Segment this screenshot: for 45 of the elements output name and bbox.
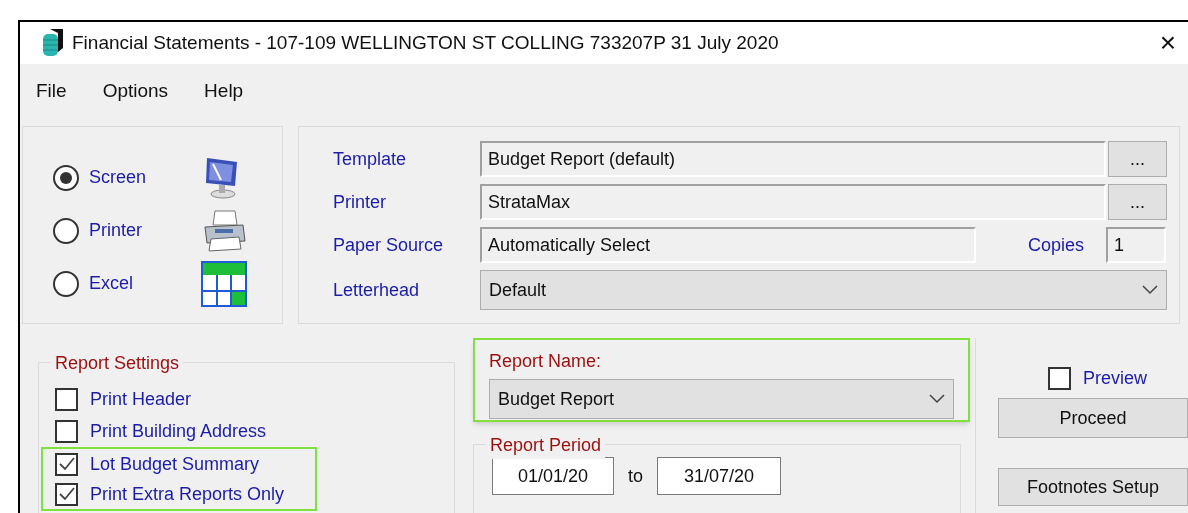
- range-separator: to: [628, 464, 643, 488]
- radio-button[interactable]: [53, 270, 79, 297]
- checkbox-label[interactable]: Print Extra Reports Only: [90, 480, 285, 508]
- radio-label[interactable]: Screen: [89, 164, 201, 191]
- radio-button[interactable]: [53, 164, 79, 191]
- radio-button[interactable]: [53, 217, 79, 244]
- footnotes-setup-button[interactable]: Footnotes Setup: [998, 468, 1188, 506]
- checkbox-label[interactable]: Print Header: [90, 385, 192, 413]
- menu-item[interactable]: Options: [94, 76, 177, 106]
- close-button[interactable]: ×: [1155, 29, 1180, 57]
- field-label: Report Name:: [489, 350, 603, 373]
- chevron-down-icon: [1142, 285, 1158, 295]
- spreadsheet-icon: [201, 260, 247, 307]
- menu-item[interactable]: Help: [196, 76, 252, 106]
- radio-label[interactable]: Excel: [89, 270, 201, 297]
- browse-button[interactable]: ...: [1108, 184, 1167, 220]
- paper-source-field[interactable]: Automatically Select: [480, 227, 976, 263]
- field-label: Letterhead: [333, 278, 421, 302]
- letterhead-dropdown[interactable]: Default: [480, 270, 1167, 310]
- field-label: Copies: [1028, 233, 1086, 257]
- checkbox[interactable]: [55, 452, 78, 476]
- checkbox[interactable]: [55, 482, 78, 506]
- checkbox[interactable]: [55, 387, 78, 411]
- printer-field[interactable]: StrataMax: [480, 184, 1106, 220]
- radio-label[interactable]: Printer: [89, 217, 201, 244]
- report-name-dropdown[interactable]: Budget Report: [489, 379, 954, 419]
- checkbox[interactable]: [1048, 366, 1071, 390]
- chevron-down-icon: [929, 394, 945, 404]
- window-title: Financial Statements - 107-109 WELLINGTON ST COLLING 733207P 31 July 2020: [72, 30, 779, 55]
- app-logo-icon: [42, 28, 64, 58]
- to-date-field[interactable]: 31/07/20: [657, 457, 781, 495]
- proceed-button[interactable]: Proceed: [998, 398, 1188, 438]
- copies-field[interactable]: 1: [1106, 227, 1166, 263]
- field-label: Printer: [333, 190, 387, 214]
- printer-icon: [201, 208, 247, 253]
- from-date-field[interactable]: 01/01/20: [492, 457, 614, 495]
- template-field[interactable]: Budget Report (default): [480, 141, 1106, 177]
- field-label: Template: [333, 147, 408, 171]
- field-label: Paper Source: [333, 233, 445, 257]
- checkbox-label[interactable]: Lot Budget Summary: [90, 450, 260, 478]
- checkbox[interactable]: [55, 419, 78, 443]
- checkbox-label[interactable]: Preview: [1083, 364, 1148, 392]
- menu-item[interactable]: File: [28, 76, 75, 106]
- checkbox-label[interactable]: Print Building Address: [90, 417, 267, 445]
- browse-button[interactable]: ...: [1108, 141, 1167, 177]
